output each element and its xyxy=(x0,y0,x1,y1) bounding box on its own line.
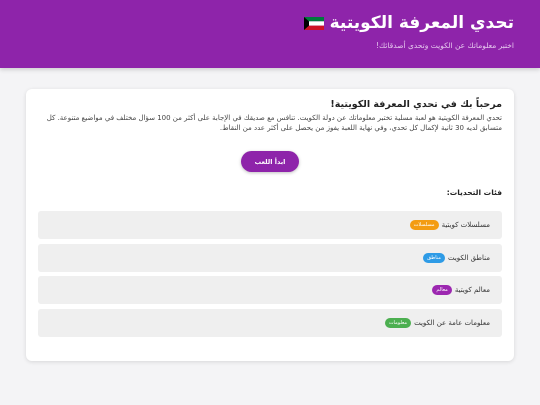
welcome-title: مرحباً بك في تحدي المعرفة الكويتية! xyxy=(330,99,502,110)
category-item-series[interactable]: مسلسلات كويتية مسلسلات xyxy=(38,211,502,239)
page-subtitle: اختبر معلوماتك عن الكويت وتحدى أصدقائك! xyxy=(375,41,514,50)
category-item-areas[interactable]: مناطق الكويت مناطق xyxy=(38,243,502,272)
category-badge: مناطق xyxy=(423,252,445,263)
category-list: مسلسلات كويتية مسلسلات مناطق الكويت مناط… xyxy=(38,211,502,341)
category-label: مناطق الكويت xyxy=(447,253,490,262)
start-game-button[interactable]: ابدأ اللعب xyxy=(241,151,299,172)
app-header: تحدي المعرفة الكويتية اختبر معلوماتك عن … xyxy=(0,0,540,68)
main-card: مرحباً بك في تحدي المعرفة الكويتية! تحدي… xyxy=(26,89,514,361)
category-label: معالم كويتية xyxy=(454,286,490,294)
category-badge: معالم xyxy=(432,285,452,295)
header-title-row: تحدي المعرفة الكويتية xyxy=(303,13,514,33)
kuwait-flag-icon xyxy=(303,16,324,30)
page-title: تحدي المعرفة الكويتية xyxy=(329,13,514,33)
category-label: معلومات عامة عن الكويت xyxy=(414,318,490,327)
category-badge: مسلسلات xyxy=(409,220,439,230)
welcome-text: تحدي المعرفة الكويتية هو لعبة مسلية تختب… xyxy=(46,114,502,132)
category-item-landmarks[interactable]: معالم كويتية معالم xyxy=(38,276,502,304)
categories-title: فئات التحديات: xyxy=(446,188,502,197)
category-label: مسلسلات كويتية xyxy=(441,221,490,229)
category-badge: معلومات xyxy=(384,317,412,328)
category-item-general-info[interactable]: معلومات عامة عن الكويت معلومات xyxy=(38,308,502,337)
